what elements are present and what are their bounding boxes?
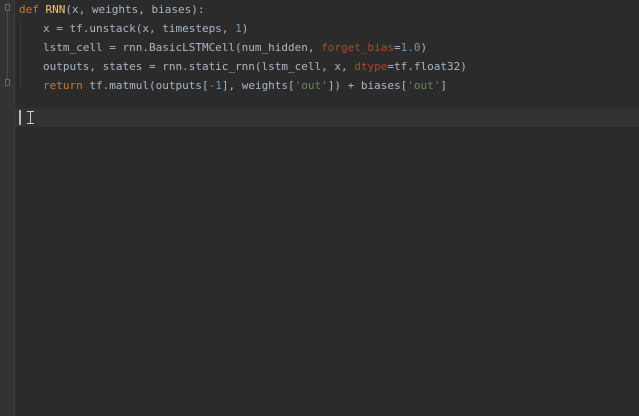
code-line[interactable] — [19, 95, 639, 114]
code-token: = — [394, 41, 401, 54]
code-token: dtype — [354, 60, 388, 73]
code-line[interactable]: outputs, states = rnn.static_rnn(lstm_ce… — [19, 57, 639, 76]
code-token: -1 — [208, 79, 222, 92]
code-token: =tf.float32) — [387, 60, 467, 73]
code-token: (x, weights, biases): — [65, 3, 205, 16]
code-text-area[interactable]: def RNN(x, weights, biases): x = tf.unsta… — [19, 0, 639, 114]
code-token: 'out' — [407, 79, 441, 92]
text-ibeam-cursor-icon — [27, 111, 34, 124]
code-line[interactable]: def RNN(x, weights, biases): — [19, 0, 639, 19]
code-token: ]) + biases[ — [327, 79, 408, 92]
code-token: ], weights[ — [221, 79, 295, 92]
code-line[interactable]: x = tf.unstack(x, timesteps, 1) — [19, 19, 639, 38]
code-token: def — [19, 3, 46, 16]
fold-region-line — [7, 11, 8, 79]
code-token: ) — [420, 41, 428, 54]
fold-end-icon[interactable] — [5, 79, 10, 86]
code-token: x = tf.unstack(x, timesteps, — [43, 22, 236, 35]
code-token: lstm_cell = rnn.BasicLSTMCell(num_hidden… — [43, 41, 322, 54]
code-token: 1 — [235, 22, 242, 35]
code-line[interactable]: lstm_cell = rnn.BasicLSTMCell(num_hidden… — [19, 38, 639, 57]
code-token: 1.0 — [400, 41, 421, 54]
code-token: outputs, states = rnn.static_rnn(lstm_ce… — [43, 60, 355, 73]
code-token: ) — [241, 22, 249, 35]
code-editor[interactable]: def RNN(x, weights, biases): x = tf.unsta… — [0, 0, 639, 416]
editor-gutter[interactable] — [0, 0, 15, 416]
code-token: 'out' — [294, 79, 328, 92]
code-token: ] — [440, 79, 448, 92]
code-token: forget_bias — [321, 41, 395, 54]
code-token: RNN — [45, 3, 66, 16]
code-token: return — [43, 79, 90, 92]
fold-toggle-icon[interactable] — [5, 4, 10, 11]
code-line[interactable]: return tf.matmul(outputs[-1], weights['o… — [19, 76, 639, 95]
code-token: tf.matmul(outputs[ — [89, 79, 209, 92]
text-caret — [19, 110, 21, 125]
